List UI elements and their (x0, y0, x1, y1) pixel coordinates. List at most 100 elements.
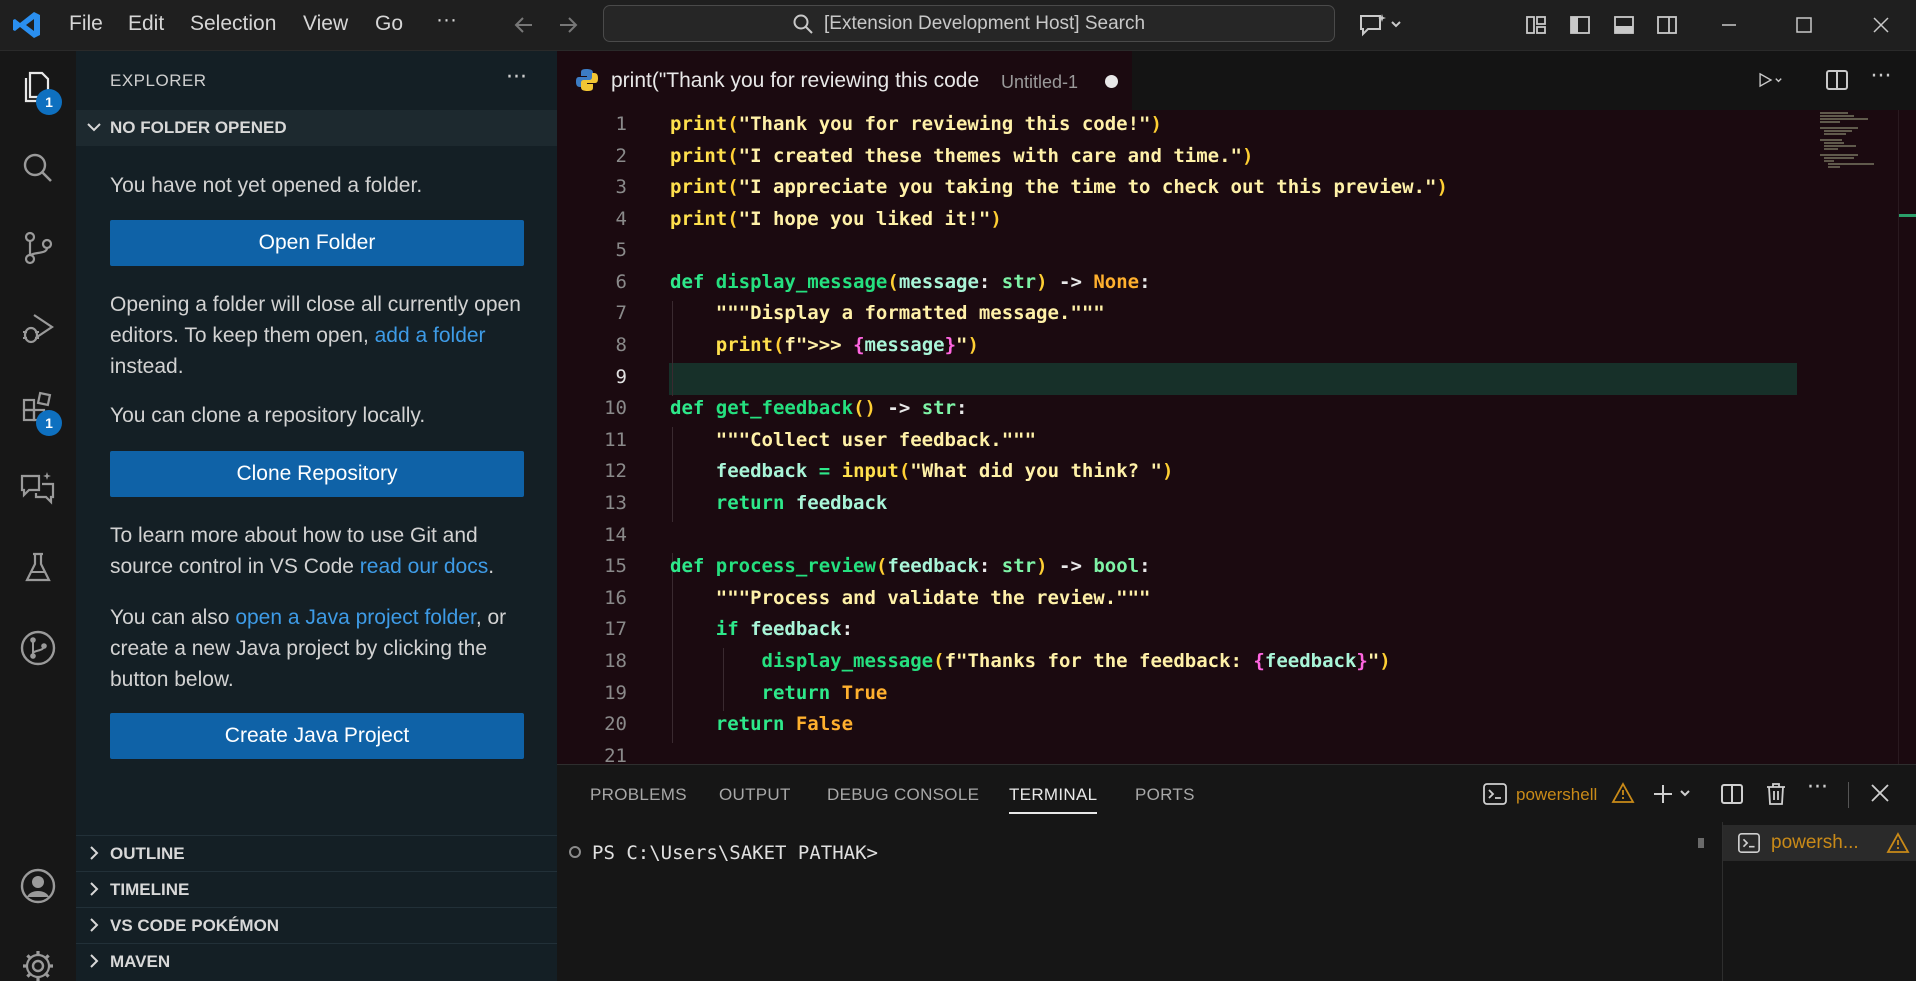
create-java-project-button[interactable]: Create Java Project (110, 713, 524, 759)
sidebar-more-button[interactable]: ··· (506, 65, 527, 90)
new-terminal-icon[interactable] (1653, 782, 1697, 806)
tab-label: print("Thank you for reviewing this code (611, 69, 980, 92)
tab-debug-console[interactable]: DEBUG CONSOLE (827, 785, 979, 805)
menu-more-button[interactable]: ··· (436, 8, 457, 32)
tab-description: Untitled-1 (1001, 72, 1079, 92)
tab-output[interactable]: OUTPUT (719, 785, 791, 805)
testing-icon[interactable] (14, 544, 62, 592)
split-editor-icon[interactable] (1822, 65, 1852, 95)
add-folder-link[interactable]: add a folder (375, 324, 486, 347)
panel-more-button[interactable]: ··· (1807, 775, 1828, 800)
customize-layout-icon[interactable] (1521, 10, 1551, 40)
line-number: 14 (604, 524, 627, 546)
section-title: TIMELINE (110, 880, 190, 899)
line-number: 3 (615, 176, 627, 198)
toggle-panel-icon[interactable] (1609, 10, 1639, 40)
search-icon (792, 13, 814, 39)
line-number: 5 (615, 239, 627, 261)
current-line-highlight (669, 363, 1797, 395)
split-terminal-icon[interactable] (1720, 782, 1744, 806)
line-number: 8 (615, 334, 627, 356)
section-timeline[interactable]: TIMELINE (76, 871, 557, 907)
forward-arrow-icon[interactable] (553, 10, 583, 40)
menu-selection[interactable]: Selection (190, 12, 276, 36)
section-no-folder-opened[interactable]: NO FOLDER OPENED (76, 110, 557, 146)
java-note: You can also open a Java project folder,… (110, 602, 530, 695)
code-line: print("I appreciate you taking the time … (670, 176, 1448, 198)
open-folder-button[interactable]: Open Folder (110, 220, 524, 266)
code-line: return False (715, 713, 854, 735)
scrollbar-cursor-marker (1899, 214, 1916, 217)
section-maven[interactable]: MAVEN (76, 943, 557, 979)
code-line: def process_review(feedback: str) -> boo… (670, 555, 1151, 577)
account-icon[interactable] (14, 862, 62, 910)
vscode-logo-icon (12, 10, 42, 40)
line-number: 17 (604, 618, 627, 640)
line-number: 11 (604, 429, 627, 451)
terminal-scrollbar[interactable] (1698, 838, 1704, 848)
line-number: 13 (604, 492, 627, 514)
minimize-icon[interactable] (1714, 10, 1744, 40)
close-panel-icon[interactable] (1869, 782, 1891, 804)
line-number: 1 (615, 113, 627, 135)
line-number: 7 (615, 302, 627, 324)
terminal-shell-icon (1737, 831, 1761, 859)
code-line: print(f">>> {message}") (715, 334, 979, 356)
section-vscode-pokemon[interactable]: VS CODE POKÉMON (76, 907, 557, 943)
run-python-file-icon[interactable] (1756, 65, 1786, 95)
settings-gear-icon[interactable] (14, 942, 62, 981)
git-graph-icon[interactable] (14, 624, 62, 672)
editor-more-actions-button[interactable]: ··· (1866, 61, 1896, 91)
git-docs-note: To learn more about how to use Git and s… (110, 520, 530, 582)
toggle-secondary-sidebar-icon[interactable] (1652, 10, 1682, 40)
code-line: print("Thank you for reviewing this code… (670, 113, 1162, 135)
chevron-right-icon (85, 844, 103, 866)
section-title: OUTLINE (110, 844, 185, 863)
code-editor[interactable]: 1 2 3 4 5 6 7 8 9 10 11 12 13 14 15 16 1… (557, 110, 1916, 764)
minimap[interactable] (1818, 110, 1898, 170)
code-line: print("I created these themes with care … (670, 145, 1254, 167)
source-control-icon[interactable] (14, 224, 62, 272)
close-window-icon[interactable] (1866, 10, 1896, 40)
code-line: if feedback: (715, 618, 854, 640)
editor-scrollbar[interactable] (1898, 110, 1916, 764)
menu-view[interactable]: View (303, 12, 348, 36)
bottom-panel: PROBLEMS OUTPUT DEBUG CONSOLE TERMINAL P… (557, 764, 1916, 981)
toggle-sidebar-icon[interactable] (1565, 10, 1595, 40)
copilot-icon[interactable] (1356, 10, 1406, 40)
tab-terminal[interactable]: TERMINAL (1009, 785, 1097, 805)
editor-tab-bar: print("Thank you for reviewing this code… (557, 51, 1916, 110)
chat-icon[interactable] (14, 464, 62, 512)
tab-ports[interactable]: PORTS (1135, 785, 1195, 805)
menu-edit[interactable]: Edit (128, 12, 164, 36)
line-number: 2 (615, 145, 627, 167)
line-number: 6 (615, 271, 627, 293)
editor-tab-untitled-1[interactable]: print("Thank you for reviewing this code… (557, 51, 1132, 110)
line-number-current: 9 (615, 366, 627, 388)
terminal-list-item[interactable]: powersh... (1723, 825, 1916, 861)
section-outline[interactable]: OUTLINE (76, 835, 557, 871)
back-arrow-icon[interactable] (509, 10, 539, 40)
run-debug-icon[interactable] (14, 304, 62, 352)
read-our-docs-link[interactable]: read our docs (360, 555, 488, 578)
search-icon[interactable] (14, 144, 62, 192)
shell-label[interactable]: powershell (1516, 785, 1597, 805)
active-tab-indicator (1009, 812, 1097, 814)
menu-go[interactable]: Go (375, 12, 403, 36)
extensions-icon[interactable]: 1 (14, 384, 62, 436)
line-number: 4 (615, 208, 627, 230)
explorer-icon[interactable]: 1 (14, 63, 62, 115)
clone-repository-button[interactable]: Clone Repository (110, 451, 524, 497)
section-title: NO FOLDER OPENED (110, 118, 287, 137)
code-line: def get_feedback() -> str: (670, 397, 968, 419)
git-docs-end: . (488, 555, 495, 578)
unsaved-dot-icon[interactable] (1105, 75, 1118, 88)
command-center-search[interactable]: [Extension Development Host] Search (603, 5, 1335, 42)
trash-icon[interactable] (1764, 782, 1788, 806)
terminal-shell-icon (1482, 782, 1508, 806)
tab-problems[interactable]: PROBLEMS (590, 785, 687, 805)
menu-file[interactable]: File (69, 12, 103, 36)
maximize-icon[interactable] (1789, 10, 1819, 40)
line-number: 18 (604, 650, 627, 672)
open-java-project-folder-link[interactable]: open a Java project folder (235, 606, 476, 629)
